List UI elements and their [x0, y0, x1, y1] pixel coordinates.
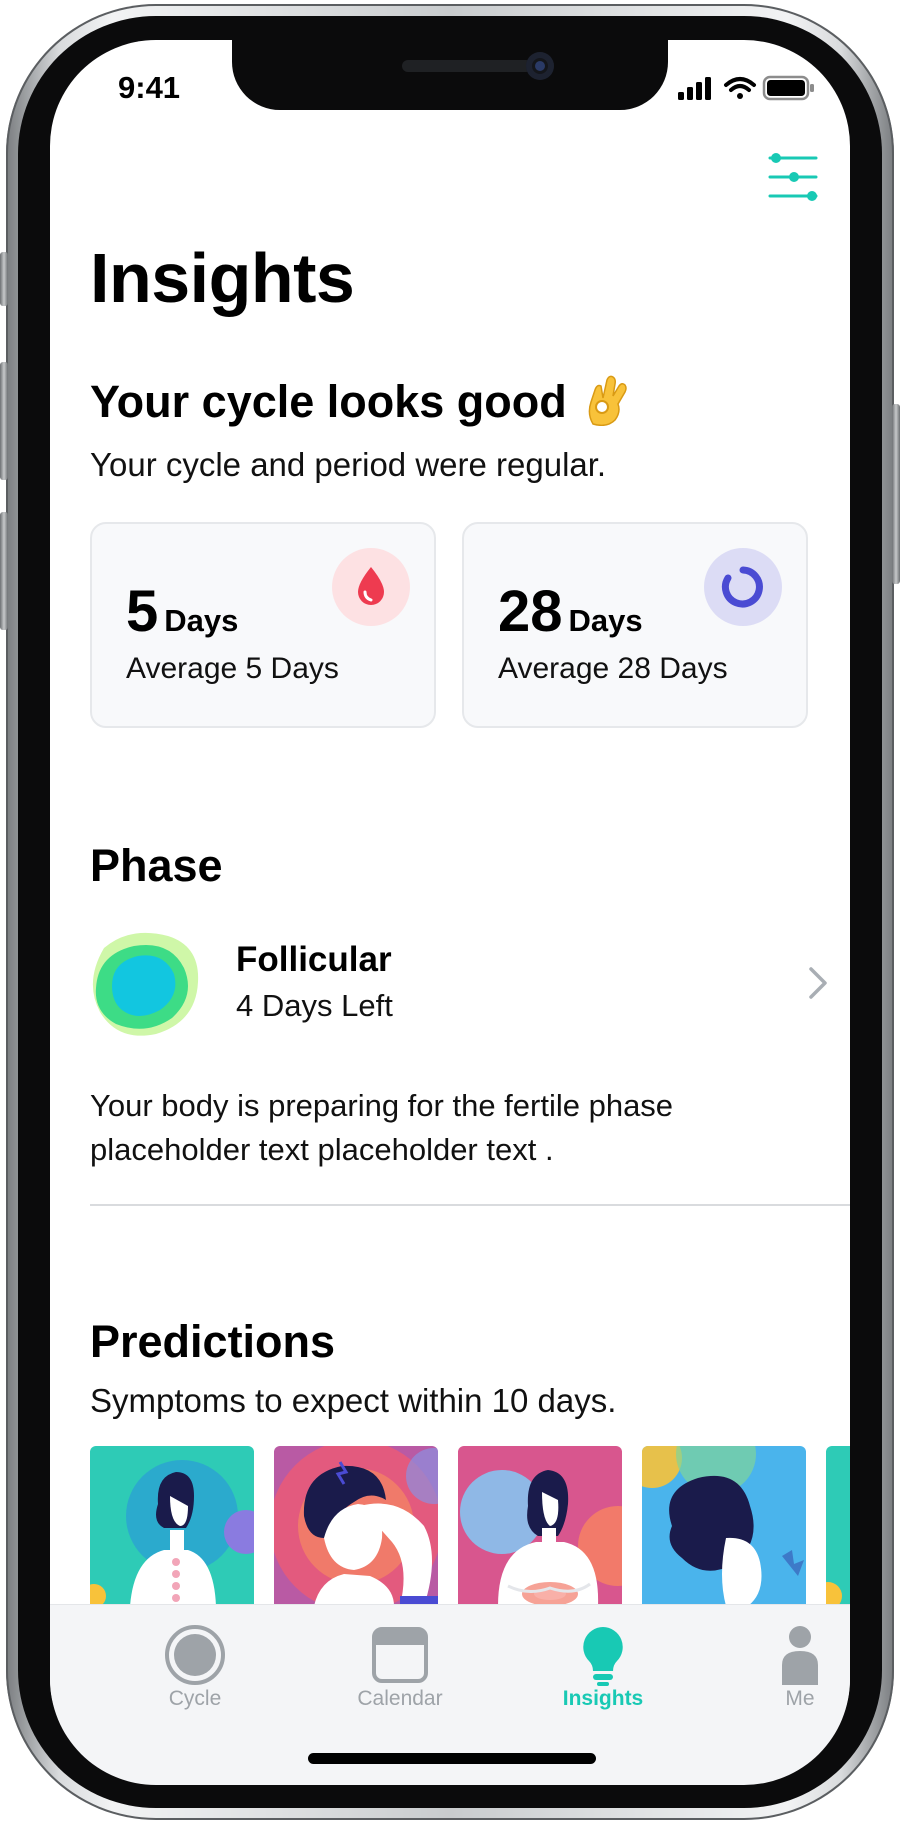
ok-hand-emoji-icon	[585, 374, 629, 427]
tab-cycle-label: Cycle	[168, 1687, 222, 1710]
battery-icon	[762, 75, 814, 101]
blood-drop-icon	[332, 548, 410, 626]
status-time: 9:41	[118, 70, 181, 105]
tab-insights-label: Insights	[562, 1687, 644, 1710]
partial-card-illustration	[826, 1582, 842, 1606]
cycle-average: Average 28 Days	[498, 652, 728, 685]
speaker-grille	[402, 60, 532, 72]
cycle-days-unit: Days	[568, 603, 643, 638]
period-length-card[interactable]: 5 Days Average 5 Days	[90, 522, 436, 728]
phase-name: Follicular	[236, 940, 392, 979]
cycle-ring-icon	[704, 548, 782, 626]
volume-down-button	[0, 512, 8, 630]
phase-row[interactable]: Follicular 4 Days Left	[90, 922, 830, 1042]
cycle-status-heading: Your cycle looks good	[90, 376, 567, 427]
filter-sliders-button[interactable]	[768, 150, 820, 206]
calendar-icon	[368, 1623, 432, 1687]
notch	[232, 40, 668, 110]
tab-cycle[interactable]: Cycle	[115, 1615, 275, 1725]
status-icons	[678, 74, 818, 102]
predictions-heading: Predictions	[90, 1316, 336, 1367]
volume-up-button	[0, 362, 8, 480]
page-title: Insights	[90, 239, 355, 317]
wifi-icon	[724, 77, 756, 99]
symptom-card-partial[interactable]	[826, 1446, 850, 1606]
tab-me-label: Me	[785, 1687, 815, 1710]
cycle-circle-icon	[163, 1623, 227, 1687]
period-average: Average 5 Days	[126, 652, 339, 685]
cycle-length-value: 28 Days	[498, 578, 643, 645]
section-divider	[90, 1204, 850, 1206]
cramps-illustration	[460, 1470, 622, 1606]
phase-description: Your body is preparing for the fertile p…	[90, 1088, 674, 1167]
power-button	[892, 404, 900, 584]
tab-calendar-label: Calendar	[357, 1687, 443, 1710]
chevron-right-icon	[806, 964, 830, 1002]
tab-me[interactable]: Me	[720, 1615, 880, 1725]
home-indicator[interactable]	[308, 1753, 596, 1764]
cycle-length-card[interactable]: 28 Days Average 28 Days	[462, 522, 808, 728]
symptom-card-cramps[interactable]	[458, 1446, 622, 1606]
period-length-value: 5 Days	[126, 578, 238, 645]
symptom-card-headache[interactable]	[274, 1446, 438, 1606]
symptom-cards-carousel[interactable]	[90, 1446, 850, 1606]
symptom-card-hair[interactable]	[642, 1446, 806, 1606]
cycle-status-subtitle: Your cycle and period were regular.	[90, 446, 607, 483]
lightbulb-icon	[571, 1623, 635, 1687]
tab-insights[interactable]: Insights	[523, 1615, 683, 1725]
symptom-card-back-pain[interactable]	[90, 1446, 254, 1606]
predictions-subtitle: Symptoms to expect within 10 days.	[90, 1382, 617, 1419]
cycle-days-number: 28	[498, 579, 563, 644]
silent-switch	[0, 252, 8, 306]
cellular-signal-icon	[678, 77, 711, 100]
period-days-unit: Days	[164, 603, 239, 638]
phase-heading: Phase	[90, 840, 223, 891]
sliders-icon	[768, 153, 818, 201]
person-icon	[768, 1623, 832, 1687]
follicular-phase-icon	[90, 930, 204, 1038]
tab-calendar[interactable]: Calendar	[320, 1615, 480, 1725]
hair-illustration	[642, 1446, 804, 1606]
phase-days-left: 4 Days Left	[236, 988, 393, 1023]
period-days-number: 5	[126, 579, 159, 644]
headache-illustration	[274, 1446, 438, 1606]
front-camera	[526, 52, 554, 80]
back-pain-illustration	[90, 1460, 254, 1606]
